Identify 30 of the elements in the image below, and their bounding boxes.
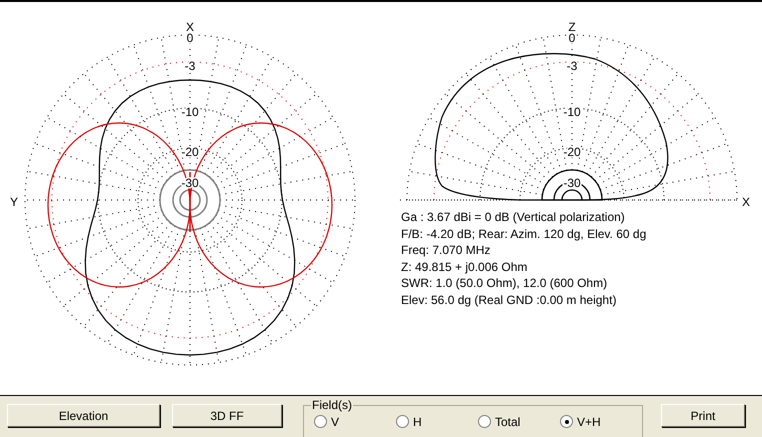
toolbar-button[interactable]: 3D FF	[172, 404, 282, 427]
ring-label: 0	[568, 31, 576, 45]
radio-icon[interactable]	[478, 415, 491, 428]
ring-label: -3	[184, 59, 196, 73]
info-line: Freq: 7.070 MHz	[401, 242, 490, 258]
axis-label: Z	[568, 20, 576, 34]
radio-icon[interactable]	[396, 415, 409, 428]
ring-label: -20	[181, 145, 199, 159]
axis-label: X	[186, 20, 194, 34]
info-line: Elev: 56.0 dg (Real GND :0.00 m height)	[401, 292, 616, 308]
info-line: SWR: 1.0 (50.0 Ohm), 12.0 (600 Ohm)	[401, 275, 608, 292]
toolbar-button[interactable]: Elevation	[7, 404, 160, 427]
info-line: F/B: -4.20 dB; Rear: Azim. 120 dg, Elev. 60 dg	[401, 226, 646, 242]
radio-icon[interactable]	[560, 415, 573, 428]
radio-option[interactable]: Total	[478, 414, 560, 428]
ring-label: -3	[566, 59, 578, 73]
info-line: Z: 49.815 + j0.006 Ohm	[401, 258, 528, 275]
ring-label: 0	[186, 31, 194, 45]
axis-label: X	[742, 195, 750, 207]
ring-label: -10	[181, 105, 199, 119]
radio-option[interactable]: V	[314, 414, 396, 428]
print-button[interactable]: Print	[661, 404, 745, 427]
radio-option[interactable]: V+H	[560, 414, 642, 428]
axis-label: Y	[10, 195, 18, 209]
ring-label: -20	[563, 145, 581, 159]
ring-label: -10	[563, 105, 581, 119]
group-label: Field(s)	[311, 398, 354, 412]
radio-option[interactable]: H	[396, 414, 478, 428]
radio-icon[interactable]	[314, 415, 327, 428]
info-line: Ga : 3.67 dBi = 0 dB (Vertical polarization)	[401, 209, 625, 226]
